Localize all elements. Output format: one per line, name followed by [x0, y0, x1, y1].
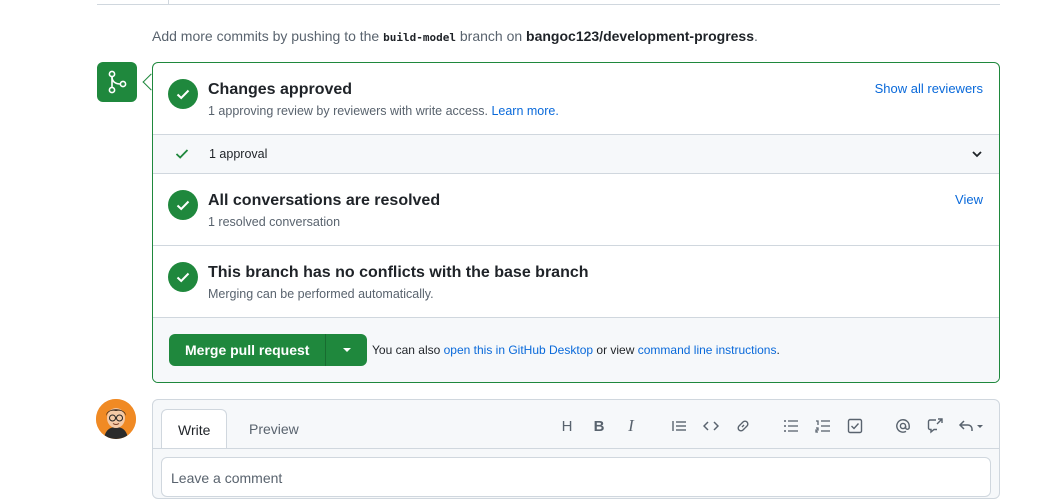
conversations-subtitle: 1 resolved conversation — [208, 215, 341, 229]
tabs-divider — [153, 448, 999, 449]
task-list-icon[interactable] — [845, 416, 865, 436]
push-note-middle: branch on — [459, 28, 523, 44]
push-commits-note: Add more commits by pushing to the build… — [152, 28, 758, 44]
triangle-down-icon — [342, 348, 351, 352]
approval-count: 1 approval — [209, 147, 268, 161]
approval-subtitle: 1 approving review by reviewers with wri… — [208, 104, 559, 118]
heading-icon[interactable]: H — [557, 416, 577, 436]
merge-method-dropdown[interactable] — [326, 334, 368, 366]
avatar[interactable] — [96, 399, 136, 439]
open-in-desktop-link[interactable]: open this in GitHub Desktop — [444, 343, 593, 357]
check-circle-icon — [168, 190, 198, 220]
merge-help-prefix: You can also — [372, 343, 441, 357]
repo-name: bangoc123/development-progress — [526, 28, 754, 44]
changes-approved-title: Changes approved — [208, 81, 353, 98]
learn-more-link[interactable]: Learn more. — [491, 104, 558, 118]
check-icon — [175, 147, 189, 165]
approval-expander[interactable]: 1 approval — [153, 135, 999, 174]
ordered-list-icon[interactable] — [813, 416, 833, 436]
link-icon[interactable] — [733, 416, 753, 436]
merge-help-middle: or view — [596, 343, 635, 357]
merge-help-suffix: . — [776, 343, 780, 357]
conflicts-status-section: This branch has no conflicts with the ba… — [153, 246, 999, 318]
comment-composer: Write Preview H B I Leave a comment — [152, 399, 1000, 499]
no-conflicts-title: This branch has no conflicts with the ba… — [208, 264, 589, 281]
saved-replies-icon[interactable] — [957, 416, 985, 436]
cross-reference-icon[interactable] — [925, 416, 945, 436]
comment-placeholder: Leave a comment — [171, 470, 283, 486]
branch-name: build-model — [383, 31, 456, 44]
timeline-divider — [97, 4, 1000, 5]
italic-icon[interactable]: I — [621, 416, 641, 436]
merge-pull-request-button[interactable]: Merge pull request — [169, 334, 327, 366]
no-conflicts-subtitle: Merging can be performed automatically. — [208, 287, 434, 301]
unordered-list-icon[interactable] — [781, 416, 801, 436]
show-all-reviewers-link[interactable]: Show all reviewers — [875, 81, 983, 96]
mention-icon[interactable] — [893, 416, 913, 436]
tab-preview[interactable]: Preview — [233, 409, 315, 448]
merge-box: Changes approved 1 approving review by r… — [152, 62, 1000, 383]
chevron-down-icon[interactable] — [971, 147, 983, 165]
quote-icon[interactable] — [669, 416, 689, 436]
git-merge-icon — [97, 62, 137, 102]
push-note-suffix: . — [754, 28, 758, 44]
merge-actions-section: Merge pull request You can also open thi… — [153, 318, 999, 382]
conversations-resolved-title: All conversations are resolved — [208, 192, 441, 209]
comment-textarea[interactable]: Leave a comment — [161, 457, 991, 497]
check-circle-icon — [168, 262, 198, 292]
tab-write[interactable]: Write — [161, 409, 228, 449]
command-line-instructions-link[interactable]: command line instructions — [638, 343, 777, 357]
view-conversations-link[interactable]: View — [955, 192, 983, 207]
timeline-connector — [168, 0, 169, 4]
push-note-prefix: Add more commits by pushing to the — [152, 28, 380, 44]
code-icon[interactable] — [701, 416, 721, 436]
conversations-status-section: All conversations are resolved 1 resolve… — [153, 174, 999, 246]
check-circle-icon — [168, 79, 198, 109]
merge-help-text: You can also open this in GitHub Desktop… — [372, 343, 780, 357]
bold-icon[interactable]: B — [589, 416, 609, 436]
approval-status-section: Changes approved 1 approving review by r… — [153, 63, 999, 135]
merge-button-group: Merge pull request — [169, 334, 368, 366]
approval-subtitle-text: 1 approving review by reviewers with wri… — [208, 104, 488, 118]
